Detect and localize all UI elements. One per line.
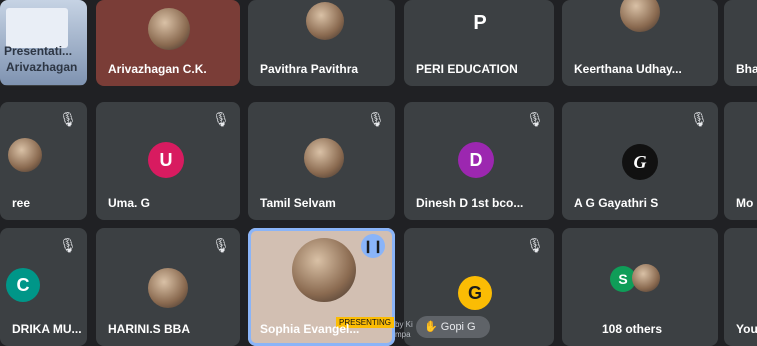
avatar: C xyxy=(6,268,40,302)
participant-tile[interactable]: 🎙 C DRIKA MU... xyxy=(0,228,87,346)
shared-window xyxy=(6,8,68,48)
screen-share-preview: Presentati... Arivazhagan xyxy=(0,0,87,85)
talking-icon: ❙❙ xyxy=(361,234,385,258)
participant-name: Sophia Evangel... xyxy=(260,322,360,336)
presenter-name: Arivazhagan xyxy=(6,60,78,74)
participant-name: ree xyxy=(12,196,31,210)
participant-name: DRIKA MU... xyxy=(12,322,82,336)
mic-off-icon: 🎙 xyxy=(526,111,544,127)
mic-off-icon: 🎙 xyxy=(59,237,77,253)
participant-tile[interactable]: 🎙 ree xyxy=(0,102,87,220)
participant-tile[interactable]: 🎙 U Uma. G xyxy=(96,102,240,220)
participant-video xyxy=(148,8,190,50)
presentation-label: Presentati... xyxy=(4,44,73,58)
participant-video xyxy=(632,264,660,292)
participant-name: 108 others xyxy=(602,322,663,336)
participant-tile[interactable]: Bha xyxy=(724,0,757,86)
participant-tile[interactable]: 🎙 G A G Gayathri S xyxy=(562,102,718,220)
participant-name: Bha xyxy=(736,62,757,76)
hand-raise-pill[interactable]: ✋ Gopi G xyxy=(416,316,490,338)
avatar: U xyxy=(148,142,184,178)
mic-off-icon: 🎙 xyxy=(59,111,77,127)
participant-video xyxy=(148,268,188,308)
participant-grid: Presentati... Arivazhagan Arivazhagan C.… xyxy=(0,0,757,346)
participant-video xyxy=(8,138,42,172)
hand-icon: ✋ xyxy=(424,321,438,333)
participant-tile[interactable]: 🎙 Tamil Selvam xyxy=(248,102,395,220)
mic-off-icon: 🎙 xyxy=(212,111,230,127)
participant-name: Keerthana Udhay... xyxy=(574,62,682,76)
participant-name: Mo xyxy=(736,196,754,210)
participant-video xyxy=(620,0,660,32)
participant-tile[interactable]: 🎙 D Dinesh D 1st bco... xyxy=(404,102,554,220)
participant-tile-speaking[interactable]: ❙❙ PRESENTING Sophia Evangel... xyxy=(248,228,395,346)
participant-name: A G Gayathri S xyxy=(574,196,659,210)
avatar: D xyxy=(458,142,494,178)
pill-label: Gopi G xyxy=(440,321,476,333)
mic-off-icon: 🎙 xyxy=(690,111,708,127)
watermark-line: by Ki xyxy=(395,320,413,329)
mic-off-icon: 🎙 xyxy=(526,237,544,253)
presentation-tile[interactable]: Presentati... Arivazhagan xyxy=(0,0,87,86)
participant-video xyxy=(306,2,344,40)
mic-off-icon: 🎙 xyxy=(367,111,385,127)
participant-tile[interactable]: P PERI EDUCATION xyxy=(404,0,554,86)
watermark: by Ki mpa xyxy=(395,320,413,340)
avatar: G xyxy=(458,276,492,310)
participant-name: Tamil Selvam xyxy=(260,196,336,210)
participant-tile[interactable]: Mo xyxy=(724,102,757,220)
participant-video xyxy=(304,138,344,178)
participant-tile[interactable]: 🎙 HARINI.S BBA xyxy=(96,228,240,346)
participant-video xyxy=(292,238,356,302)
participant-name: HARINI.S BBA xyxy=(108,322,191,336)
participant-tile[interactable]: S 108 others xyxy=(562,228,718,346)
participant-name: Dinesh D 1st bco... xyxy=(416,196,524,210)
avatar: P xyxy=(473,12,487,34)
participant-name: Pavithra Pavithra xyxy=(260,62,359,76)
participant-name: You xyxy=(736,322,757,336)
participant-tile[interactable]: Keerthana Udhay... xyxy=(562,0,718,86)
participant-tile[interactable]: You xyxy=(724,228,757,346)
avatar: G xyxy=(622,144,658,180)
mic-off-icon: 🎙 xyxy=(212,237,230,253)
participant-name: PERI EDUCATION xyxy=(416,62,518,76)
participant-tile[interactable]: Pavithra Pavithra xyxy=(248,0,395,86)
participant-tile[interactable]: Arivazhagan C.K. xyxy=(96,0,240,86)
participant-name: Uma. G xyxy=(108,196,151,210)
participant-name: Arivazhagan C.K. xyxy=(108,62,207,76)
watermark-line: mpa xyxy=(395,330,411,339)
